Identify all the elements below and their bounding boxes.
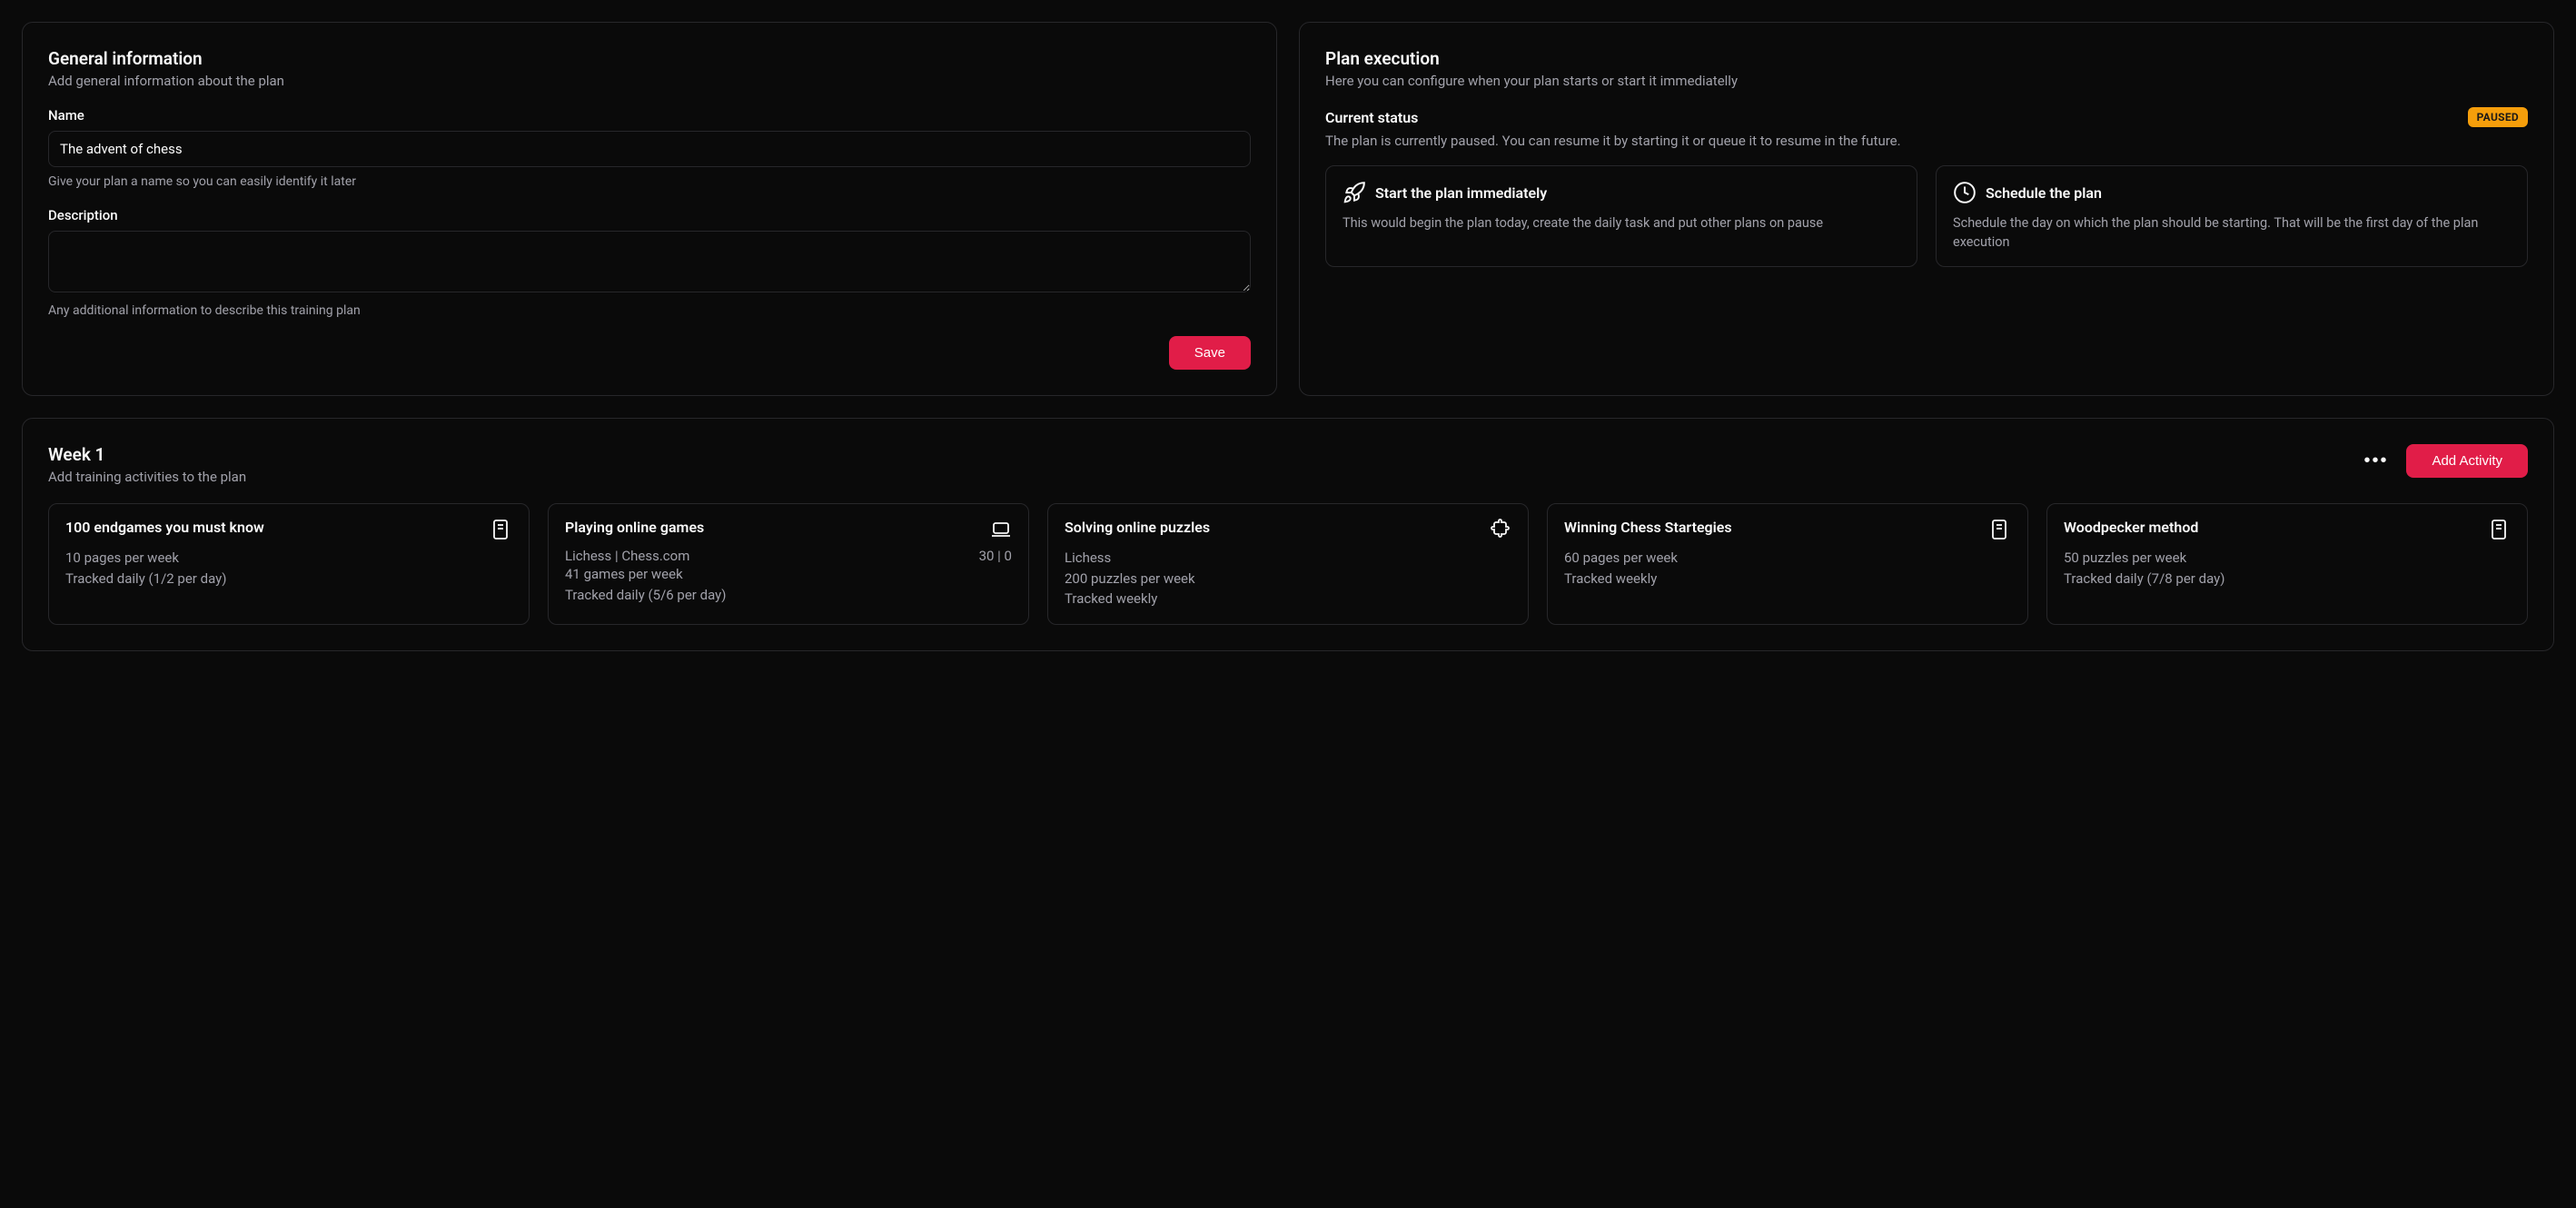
status-badge: PAUSED bbox=[2468, 107, 2528, 127]
activity-meta: 30 | 0 bbox=[979, 548, 1012, 564]
activity-sub: Lichess | Chess.com bbox=[565, 548, 689, 564]
activity-sub: Lichess bbox=[1065, 548, 1511, 569]
book-icon bbox=[490, 519, 512, 540]
activity-card[interactable]: Playing online games Lichess | Chess.com… bbox=[548, 503, 1029, 625]
puzzle-icon bbox=[1490, 519, 1511, 540]
general-title: General information bbox=[48, 48, 1251, 69]
start-immediately-title: Start the plan immediately bbox=[1375, 184, 1547, 202]
activity-title: 100 endgames you must know bbox=[65, 519, 264, 538]
description-label: Description bbox=[48, 207, 1251, 223]
start-immediately-option[interactable]: Start the plan immediately This would be… bbox=[1325, 165, 1917, 267]
activity-line2: Tracked daily (5/6 per day) bbox=[565, 585, 1012, 606]
schedule-plan-desc: Schedule the day on which the plan shoul… bbox=[1953, 213, 2511, 252]
activity-title: Solving online puzzles bbox=[1065, 519, 1210, 538]
laptop-icon bbox=[990, 519, 1012, 540]
activity-title: Winning Chess Startegies bbox=[1564, 519, 1732, 538]
activity-line2: Tracked weekly bbox=[1065, 589, 1511, 609]
general-subtitle: Add general information about the plan bbox=[48, 73, 1251, 89]
name-input[interactable] bbox=[48, 131, 1251, 167]
clock-icon bbox=[1953, 181, 1977, 204]
activity-line1: 200 puzzles per week bbox=[1065, 569, 1511, 589]
status-label: Current status bbox=[1325, 109, 1418, 126]
activity-line1: 60 pages per week bbox=[1564, 548, 2011, 569]
activity-card[interactable]: Solving online puzzles Lichess 200 puzzl… bbox=[1047, 503, 1529, 625]
execution-subtitle: Here you can configure when your plan st… bbox=[1325, 73, 2528, 89]
activity-line2: Tracked daily (1/2 per day) bbox=[65, 569, 512, 589]
rocket-icon bbox=[1342, 181, 1366, 204]
book-icon bbox=[2489, 519, 2511, 540]
week-more-button[interactable]: ••• bbox=[2356, 447, 2395, 475]
activity-card[interactable]: Woodpecker method 50 puzzles per week Tr… bbox=[2046, 503, 2528, 625]
book-icon bbox=[1989, 519, 2011, 540]
name-hint: Give your plan a name so you can easily … bbox=[48, 174, 1251, 189]
status-description: The plan is currently paused. You can re… bbox=[1325, 133, 2528, 149]
activity-line1: 10 pages per week bbox=[65, 548, 512, 569]
plan-execution-card: Plan execution Here you can configure wh… bbox=[1299, 22, 2554, 396]
activity-line1: 50 puzzles per week bbox=[2064, 548, 2511, 569]
execution-title: Plan execution bbox=[1325, 48, 2528, 69]
activity-line1: 41 games per week bbox=[565, 564, 1012, 585]
activity-title: Playing online games bbox=[565, 519, 704, 538]
activity-title: Woodpecker method bbox=[2064, 519, 2198, 538]
activity-line2: Tracked daily (7/8 per day) bbox=[2064, 569, 2511, 589]
description-hint: Any additional information to describe t… bbox=[48, 303, 1251, 318]
activity-card[interactable]: 100 endgames you must know 10 pages per … bbox=[48, 503, 530, 625]
activity-line2: Tracked weekly bbox=[1564, 569, 2011, 589]
name-label: Name bbox=[48, 107, 1251, 124]
activity-card[interactable]: Winning Chess Startegies 60 pages per we… bbox=[1547, 503, 2028, 625]
schedule-plan-title: Schedule the plan bbox=[1986, 184, 2102, 202]
add-activity-button[interactable]: Add Activity bbox=[2406, 444, 2528, 478]
schedule-plan-option[interactable]: Schedule the plan Schedule the day on wh… bbox=[1936, 165, 2528, 267]
save-button[interactable]: Save bbox=[1169, 336, 1251, 370]
week-title: Week 1 bbox=[48, 444, 246, 465]
general-info-card: General information Add general informat… bbox=[22, 22, 1277, 396]
description-input[interactable] bbox=[48, 231, 1251, 292]
week-card: Week 1 Add training activities to the pl… bbox=[22, 418, 2554, 651]
start-immediately-desc: This would begin the plan today, create … bbox=[1342, 213, 1900, 233]
week-subtitle: Add training activities to the plan bbox=[48, 469, 246, 485]
